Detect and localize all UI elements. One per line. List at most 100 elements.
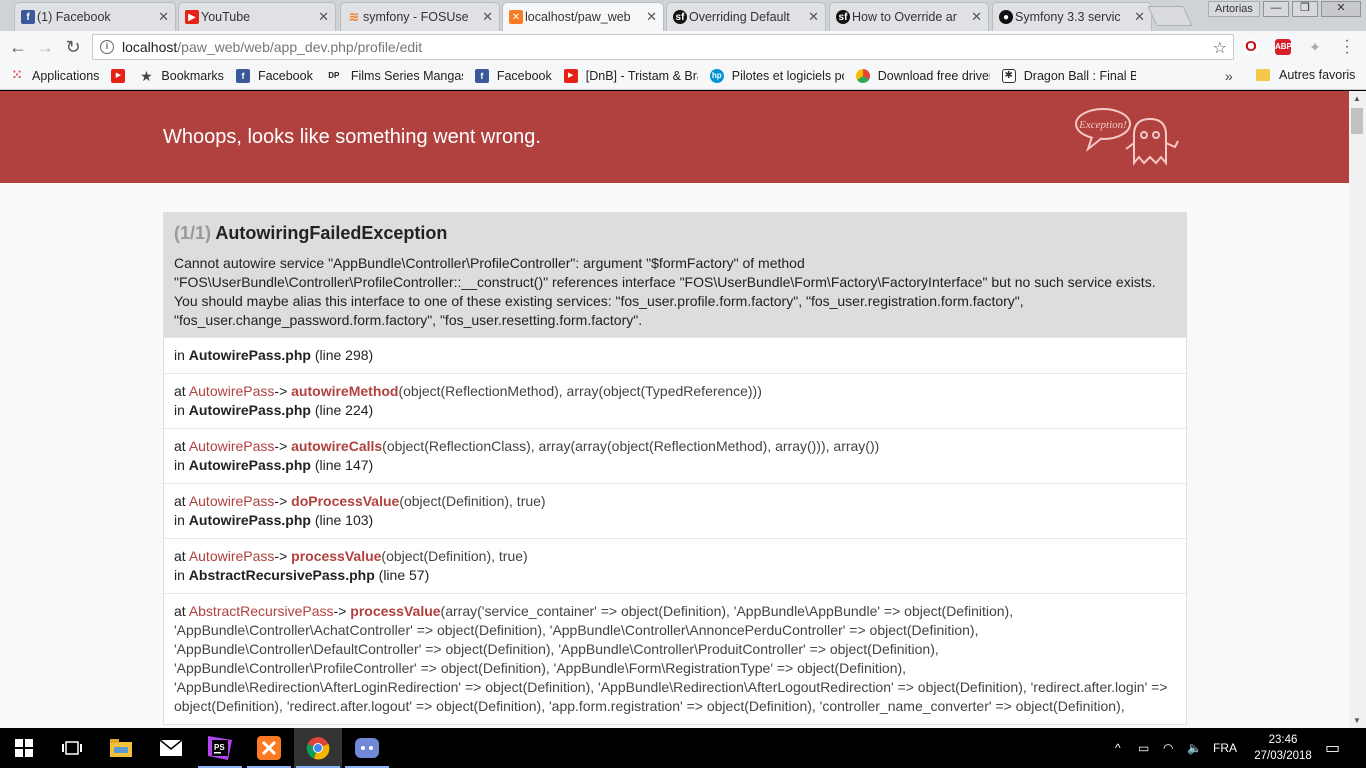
tab-stackoverflow[interactable]: ≋ symfony - FOSUser ✕ (340, 2, 500, 31)
xampp-icon[interactable] (245, 728, 293, 768)
chrome-menu-icon[interactable]: · · · (1343, 33, 1351, 61)
language-indicator[interactable]: FRA (1213, 728, 1237, 768)
close-icon[interactable]: ✕ (971, 9, 982, 25)
bookmark-hp[interactable]: hp Pilotes et logiciels po (709, 69, 844, 83)
trace-class[interactable]: AutowirePass (189, 493, 275, 509)
trace-entry: at AutowirePass-> autowireCalls(object(R… (164, 428, 1186, 483)
bookmark-facebook-2[interactable]: f Facebook (474, 69, 552, 83)
xampp-icon: ✕ (509, 10, 523, 24)
trace-class[interactable]: AbstractRecursivePass (189, 603, 334, 619)
reload-button[interactable]: ↻ (62, 36, 84, 58)
bookmark-applications[interactable]: ⁙ Applications (10, 69, 99, 83)
trace-function: doProcessValue (291, 493, 400, 509)
forward-button[interactable]: → (34, 36, 56, 58)
address-bar[interactable]: i localhost/paw_web/web/app_dev.php/prof… (92, 34, 1234, 60)
opera-icon[interactable]: O (1243, 39, 1259, 55)
trace-file[interactable]: AutowirePass.php (189, 402, 311, 418)
tab-title: Symfony 3.3 service (1015, 10, 1120, 24)
svg-text:PS: PS (214, 743, 225, 752)
trace-args: (object(Definition), true) (381, 548, 528, 564)
mail-icon[interactable] (147, 728, 195, 768)
symfony-icon: sf (836, 10, 850, 24)
close-icon[interactable]: ✕ (646, 9, 657, 25)
back-button[interactable]: ← (7, 36, 29, 58)
close-icon[interactable]: ✕ (158, 9, 169, 25)
window-close-button[interactable]: ✕ (1321, 1, 1361, 17)
task-view-icon[interactable] (48, 728, 96, 768)
clock[interactable]: 23:46 27/03/2018 (1248, 732, 1318, 764)
notifications-icon[interactable]: ▭ (1325, 728, 1340, 768)
scroll-up-icon[interactable]: ▲ (1353, 94, 1361, 103)
battery-icon[interactable]: ▭ (1138, 728, 1149, 768)
symfony-icon: sf (673, 10, 687, 24)
url-text[interactable]: localhost/paw_web/web/app_dev.php/profil… (122, 39, 422, 55)
wifi-icon[interactable]: ◠ (1163, 728, 1173, 768)
trace-at-label: at (174, 438, 186, 454)
trace-entry: at AbstractRecursivePass-> processValue(… (164, 593, 1186, 724)
trace-arrow: -> (274, 383, 288, 399)
trace-file[interactable]: AutowirePass.php (189, 347, 311, 363)
file-explorer-icon[interactable] (97, 728, 145, 768)
phpstorm-icon[interactable]: PS (196, 728, 244, 768)
trace-file[interactable]: AbstractRecursivePass.php (189, 567, 375, 583)
bookmark-bookmarks[interactable]: ★ Bookmarks (139, 69, 224, 83)
page-scrollbar[interactable]: ▲ ▼ (1349, 91, 1366, 728)
volume-icon[interactable]: 🔈 (1187, 728, 1202, 768)
bookmark-facebook[interactable]: f Facebook (235, 69, 313, 83)
info-icon[interactable]: i (100, 40, 114, 54)
bookmark-driver[interactable]: Download free driver (855, 69, 990, 83)
close-icon[interactable]: ✕ (1134, 9, 1145, 25)
tab-title: How to Override an (852, 10, 957, 24)
windows-start-icon[interactable] (0, 728, 48, 768)
scroll-down-icon[interactable]: ▼ (1353, 716, 1361, 725)
trace-arrow: -> (333, 603, 347, 619)
discord-icon[interactable] (343, 728, 391, 768)
other-bookmarks-folder[interactable]: Autres favoris (1256, 68, 1355, 82)
bookmark-label: Pilotes et logiciels po (731, 69, 844, 83)
error-header: Whoops, looks like something went wrong.… (0, 91, 1349, 183)
tab-how-to-override[interactable]: sf How to Override an ✕ (829, 2, 989, 31)
profile-user-button[interactable]: Artorias (1208, 1, 1260, 17)
trace-in-label: in (174, 457, 185, 473)
close-icon[interactable]: ✕ (318, 9, 329, 25)
exception-summary: (1/1) AutowiringFailedException Cannot a… (164, 213, 1186, 337)
bookmark-label: Dragon Ball : Final Bo (1023, 69, 1136, 83)
trace-class[interactable]: AutowirePass (189, 438, 275, 454)
tab-strip: f (1) Facebook ✕ ▶ YouTube ✕ ≋ symfony -… (0, 0, 1366, 31)
trace-at-label: at (174, 383, 186, 399)
bookmark-star-icon[interactable]: ☆ (1213, 38, 1227, 58)
trace-file[interactable]: AutowirePass.php (189, 457, 311, 473)
tab-youtube[interactable]: ▶ YouTube ✕ (178, 2, 336, 31)
facebook-icon: f (474, 69, 489, 83)
bookmark-dnb[interactable]: ▶ [DnB] - Tristam & Bra (563, 69, 698, 83)
trace-at-label: at (174, 548, 186, 564)
tab-title: symfony - FOSUser (363, 10, 468, 24)
bookmark-films[interactable]: DP Films Series Mangas (325, 69, 463, 83)
tab-github[interactable]: ● Symfony 3.3 service ✕ (992, 2, 1152, 31)
trace-file[interactable]: AutowirePass.php (189, 512, 311, 528)
exception-count: (1/1) (174, 223, 212, 243)
minimize-button[interactable]: — (1263, 1, 1289, 17)
close-icon[interactable]: ✕ (808, 9, 819, 25)
show-hidden-icons[interactable]: ^ (1115, 728, 1121, 768)
new-tab-button[interactable] (1147, 6, 1193, 26)
bookmark-youtube[interactable]: ▶ (111, 69, 133, 83)
tab-facebook[interactable]: f (1) Facebook ✕ (14, 2, 176, 31)
scrollbar-thumb[interactable] (1351, 108, 1363, 134)
tab-overriding-default[interactable]: sf Overriding Default ✕ (666, 2, 826, 31)
youtube-icon: ▶ (111, 69, 126, 83)
trace-class[interactable]: AutowirePass (189, 383, 275, 399)
bookmark-label: Facebook (257, 69, 313, 83)
bookmark-dragonball[interactable]: ✱ Dragon Ball : Final Bo (1001, 69, 1136, 83)
trace-class[interactable]: AutowirePass (189, 548, 275, 564)
browser-toolbar: ← → ↻ i localhost/paw_web/web/app_dev.ph… (0, 31, 1366, 63)
tab-localhost[interactable]: ✕ localhost/paw_web ✕ (502, 2, 664, 31)
close-icon[interactable]: ✕ (482, 9, 493, 25)
maximize-button[interactable]: ❐ (1292, 1, 1318, 17)
bookmark-label: Download free driver (877, 69, 990, 83)
more-bookmarks-button[interactable]: » (1225, 68, 1233, 84)
extension-icon[interactable]: ✦ (1307, 39, 1323, 55)
chrome-icon[interactable] (294, 728, 342, 768)
bookmark-label: [DnB] - Tristam & Bra (585, 69, 698, 83)
adblock-icon[interactable]: ABP (1275, 39, 1292, 55)
